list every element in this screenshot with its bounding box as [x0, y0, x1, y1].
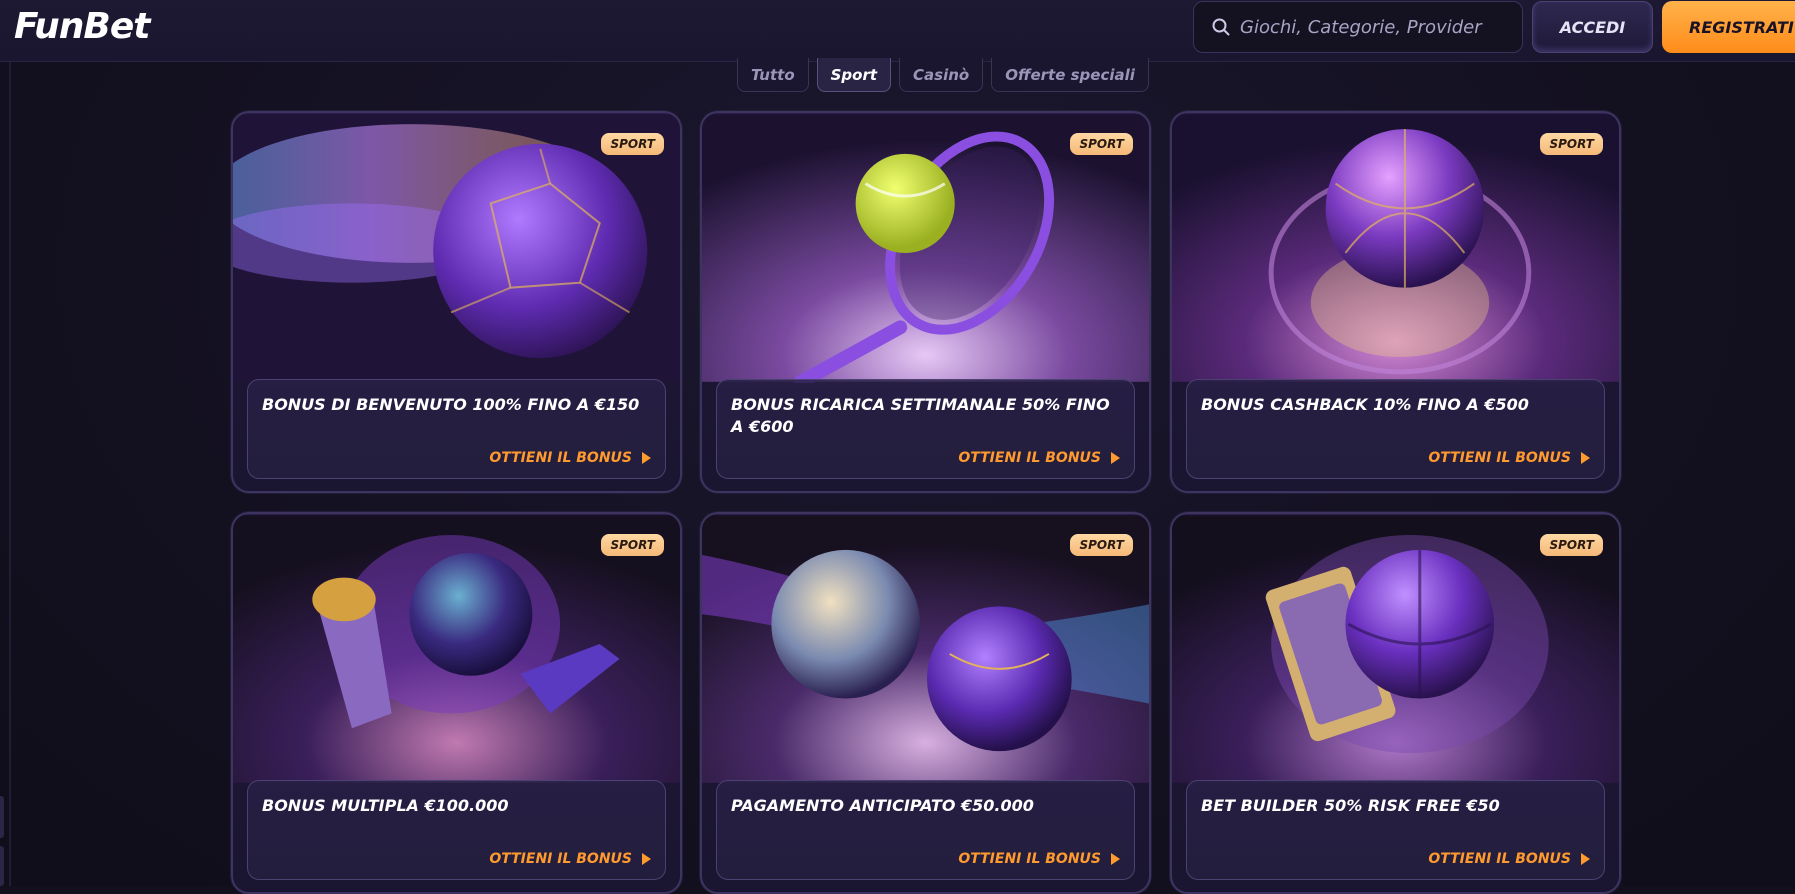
sidebar-handle[interactable] — [0, 796, 4, 838]
promo-card[interactable]: SPORT BONUS MULTIPLA €100.000 OTTIENI IL… — [231, 512, 682, 894]
arrow-right-icon — [642, 853, 651, 865]
promo-card[interactable]: SPORT BONUS RICARICA SETTIMANALE 50% FIN… — [700, 111, 1151, 493]
promo-card[interactable]: SPORT PAGAMENTO ANTICIPATO €50.000 OTTIE… — [700, 512, 1151, 894]
cta-label: OTTIENI IL BONUS — [489, 450, 632, 466]
sport-badge: SPORT — [1070, 534, 1133, 556]
tab-sport[interactable]: Sport — [816, 58, 892, 92]
top-header: FunBet ACCEDI REGISTRATI — [0, 0, 1795, 62]
search-box[interactable] — [1193, 1, 1523, 53]
login-button[interactable]: ACCEDI — [1532, 1, 1653, 53]
sidebar-edge — [9, 62, 11, 886]
promo-card[interactable]: SPORT BONUS DI BENVENUTO 100% FINO A €15… — [231, 111, 682, 493]
arrow-right-icon — [1581, 853, 1590, 865]
card-info-panel: BONUS RICARICA SETTIMANALE 50% FINO A €6… — [716, 379, 1135, 479]
sidebar-handle[interactable] — [0, 846, 4, 886]
get-bonus-link[interactable]: OTTIENI IL BONUS — [1428, 851, 1590, 867]
sport-badge: SPORT — [1540, 534, 1603, 556]
card-info-panel: BONUS MULTIPLA €100.000 OTTIENI IL BONUS — [247, 780, 666, 880]
tab-tutto[interactable]: Tutto — [737, 58, 809, 92]
card-title: BONUS RICARICA SETTIMANALE 50% FINO A €6… — [731, 395, 1110, 436]
promo-card[interactable]: SPORT BET BUILDER 50% RISK FREE €50 OTTI… — [1170, 512, 1621, 894]
card-title: BONUS CASHBACK 10% FINO A €500 — [1201, 395, 1529, 414]
register-button[interactable]: REGISTRATI — [1662, 1, 1795, 53]
get-bonus-link[interactable]: OTTIENI IL BONUS — [958, 450, 1120, 466]
get-bonus-link[interactable]: OTTIENI IL BONUS — [958, 851, 1120, 867]
card-title: BONUS MULTIPLA €100.000 — [262, 796, 509, 815]
sport-badge: SPORT — [601, 133, 664, 155]
card-info-panel: PAGAMENTO ANTICIPATO €50.000 OTTIENI IL … — [716, 780, 1135, 880]
filter-tabs: Tutto Sport Casinò Offerte speciali — [737, 58, 1149, 92]
get-bonus-link[interactable]: OTTIENI IL BONUS — [489, 450, 651, 466]
sport-badge: SPORT — [1070, 133, 1133, 155]
tab-offerte-speciali[interactable]: Offerte speciali — [991, 58, 1149, 92]
card-title: PAGAMENTO ANTICIPATO €50.000 — [731, 796, 1034, 815]
sport-badge: SPORT — [1540, 133, 1603, 155]
tab-casino[interactable]: Casinò — [899, 58, 984, 92]
promo-card[interactable]: SPORT BONUS CASHBACK 10% FINO A €500 OTT… — [1170, 111, 1621, 493]
sport-badge: SPORT — [601, 534, 664, 556]
get-bonus-link[interactable]: OTTIENI IL BONUS — [489, 851, 651, 867]
cta-label: OTTIENI IL BONUS — [1428, 851, 1571, 867]
card-title: BONUS DI BENVENUTO 100% FINO A €150 — [262, 395, 640, 414]
card-title: BET BUILDER 50% RISK FREE €50 — [1201, 796, 1500, 815]
arrow-right-icon — [1111, 853, 1120, 865]
funbet-logo[interactable]: FunBet — [14, 6, 150, 47]
search-icon — [1212, 18, 1230, 36]
cta-label: OTTIENI IL BONUS — [958, 450, 1101, 466]
card-info-panel: BET BUILDER 50% RISK FREE €50 OTTIENI IL… — [1186, 780, 1605, 880]
arrow-right-icon — [1581, 452, 1590, 464]
cta-label: OTTIENI IL BONUS — [1428, 450, 1571, 466]
get-bonus-link[interactable]: OTTIENI IL BONUS — [1428, 450, 1590, 466]
cta-label: OTTIENI IL BONUS — [958, 851, 1101, 867]
card-info-panel: BONUS CASHBACK 10% FINO A €500 OTTIENI I… — [1186, 379, 1605, 479]
card-info-panel: BONUS DI BENVENUTO 100% FINO A €150 OTTI… — [247, 379, 666, 479]
arrow-right-icon — [642, 452, 651, 464]
cta-label: OTTIENI IL BONUS — [489, 851, 632, 867]
search-input[interactable] — [1240, 16, 1520, 38]
arrow-right-icon — [1111, 452, 1120, 464]
